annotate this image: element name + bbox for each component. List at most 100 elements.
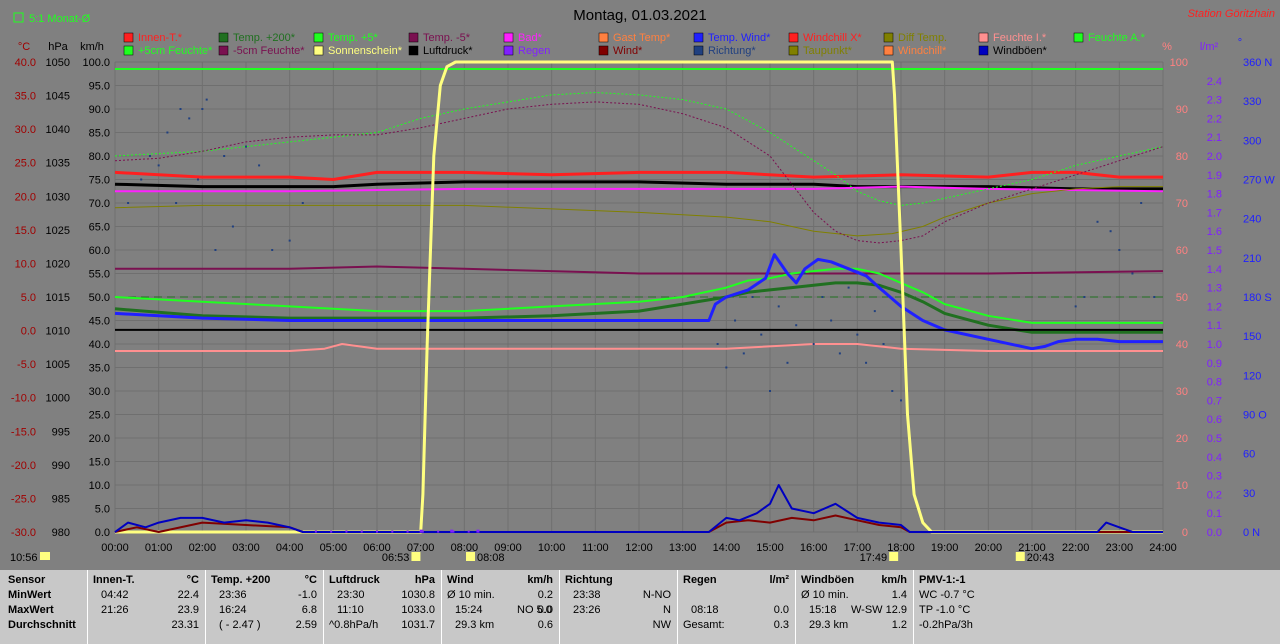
time-tick-label: 04:00 <box>276 542 304 554</box>
divider <box>323 570 324 644</box>
rain-tick-label: 1.6 <box>1207 226 1222 238</box>
legend-swatch <box>788 32 799 43</box>
celsius-tick-label: 30.0 <box>15 124 36 136</box>
kmh-tick-label: 60.0 <box>89 245 110 257</box>
rain-tick-label: 0.6 <box>1207 414 1222 426</box>
innen-min-value: 22.4 <box>177 589 199 601</box>
time-tick-label: 24:00 <box>1149 542 1177 554</box>
legend-swatch <box>123 32 134 43</box>
legend-label: Luftdruck* <box>423 45 473 57</box>
hpa-tick-label: 1040 <box>46 124 70 136</box>
hpa-tick-label: 1035 <box>46 158 70 170</box>
wind-avg-distance: 29.3 km <box>455 619 495 631</box>
temp-avg-trend: ( - 2.47 ) <box>219 619 261 631</box>
direction-point <box>777 305 780 308</box>
legend-swatch <box>883 45 894 56</box>
hpa-tick-label: 1050 <box>46 57 70 69</box>
rain-point <box>406 530 409 533</box>
min-label: MinWert <box>8 589 52 601</box>
rain-point <box>437 530 440 533</box>
direction-point <box>140 178 143 181</box>
legend-swatch <box>978 45 989 56</box>
wind-avg-value: 0.6 <box>537 619 553 631</box>
legend-swatch <box>978 32 989 43</box>
direction-point <box>231 225 234 228</box>
luft-unit: hPa <box>414 574 435 586</box>
direction-tick-label: 330 <box>1243 96 1261 108</box>
percent-tick-label: 10 <box>1176 480 1188 492</box>
boen-unit: km/h <box>881 574 907 586</box>
legend-label: Taupunkt* <box>803 45 853 57</box>
direction-point <box>725 366 728 369</box>
kmh-tick-label: 70.0 <box>89 198 110 210</box>
regen-max-value: 0.0 <box>773 604 789 616</box>
legend-label: Windchill* <box>898 45 947 57</box>
direction-point <box>847 286 850 289</box>
legend-label: Feuchte A.* <box>1088 32 1146 44</box>
legend-label: Diff Temp. <box>898 32 947 44</box>
legend-label: Bad* <box>518 32 543 44</box>
direction-point <box>856 333 859 336</box>
legend-swatch <box>693 32 704 43</box>
hpa-tick-label: 990 <box>52 460 70 472</box>
kmh-tick-label: 80.0 <box>89 151 110 163</box>
luft-avg-value: 1031.7 <box>401 619 435 631</box>
direction-tick-label: 120 <box>1243 370 1261 382</box>
kmh-tick-label: 45.0 <box>89 316 110 328</box>
kmh-tick-label: 95.0 <box>89 81 110 93</box>
temp-header: Temp. +200 <box>211 574 271 586</box>
direction-point <box>166 131 169 134</box>
direction-tick-label: 180 S <box>1243 292 1272 304</box>
kmh-tick-label: 25.0 <box>89 410 110 422</box>
hpa-tick-label: 995 <box>52 426 70 438</box>
direction-point <box>1083 296 1086 298</box>
celsius-tick-label: 40.0 <box>15 57 36 69</box>
richtung-avg-value: NW <box>652 619 671 631</box>
celsius-tick-label: -5.0 <box>17 359 36 371</box>
time-tick-label: 02:00 <box>189 542 217 554</box>
divider <box>87 570 88 644</box>
rain-tick-label: 1.4 <box>1207 264 1222 276</box>
rain-tick-label: 1.3 <box>1207 283 1222 295</box>
direction-point <box>734 319 737 322</box>
legend-swatch <box>788 45 799 56</box>
legend-swatch <box>218 32 229 43</box>
rain-point <box>467 530 470 533</box>
rain-tick-label: 2.0 <box>1207 151 1222 163</box>
direction-point <box>865 361 868 364</box>
luft-min-value: 1030.8 <box>401 589 435 601</box>
direction-point <box>716 343 719 345</box>
legend-label: Innen-T.* <box>138 32 183 44</box>
celsius-tick-label: -20.0 <box>11 460 36 472</box>
celsius-tick-label: 25.0 <box>15 158 36 170</box>
pmv-taupunkt: TP -1.0 °C <box>919 604 971 616</box>
innen-column: Innen-T. °C 04:42 22.4 21:26 23.9 23.31 <box>93 574 199 644</box>
direction-point <box>258 164 261 167</box>
direction-point <box>271 249 274 251</box>
legend-label: Temp. +200* <box>233 32 296 44</box>
direction-point <box>148 155 151 157</box>
rain-tick-label: 1.7 <box>1207 207 1222 219</box>
wind-min-time: Ø 10 min. <box>447 589 495 601</box>
richtung-min-value: N-NO <box>642 589 671 601</box>
legend-label: Temp. Wind* <box>708 32 771 44</box>
rain-point <box>330 530 333 533</box>
innen-max-time: 21:26 <box>101 604 129 616</box>
time-tick-label: 23:00 <box>1106 542 1134 554</box>
hpa-tick-label: 1005 <box>46 359 70 371</box>
station-name: Station Göritzhain <box>1188 8 1275 20</box>
hpa-tick-label: 1025 <box>46 225 70 237</box>
direction-tick-label: 60 <box>1243 449 1255 461</box>
kmh-tick-label: 90.0 <box>89 104 110 116</box>
legend-swatch <box>1073 32 1084 43</box>
rain-point <box>314 530 317 533</box>
direction-point <box>786 361 789 364</box>
direction-point <box>245 145 247 148</box>
direction-point <box>803 272 806 275</box>
time-tick-label: 22:00 <box>1062 542 1090 554</box>
hpa-tick-label: 1020 <box>46 258 70 270</box>
direction-point <box>188 117 191 120</box>
legend-swatch <box>503 32 514 43</box>
sun-marker-label: 17:49 <box>860 552 888 564</box>
hpa-tick-label: 1015 <box>46 292 70 304</box>
